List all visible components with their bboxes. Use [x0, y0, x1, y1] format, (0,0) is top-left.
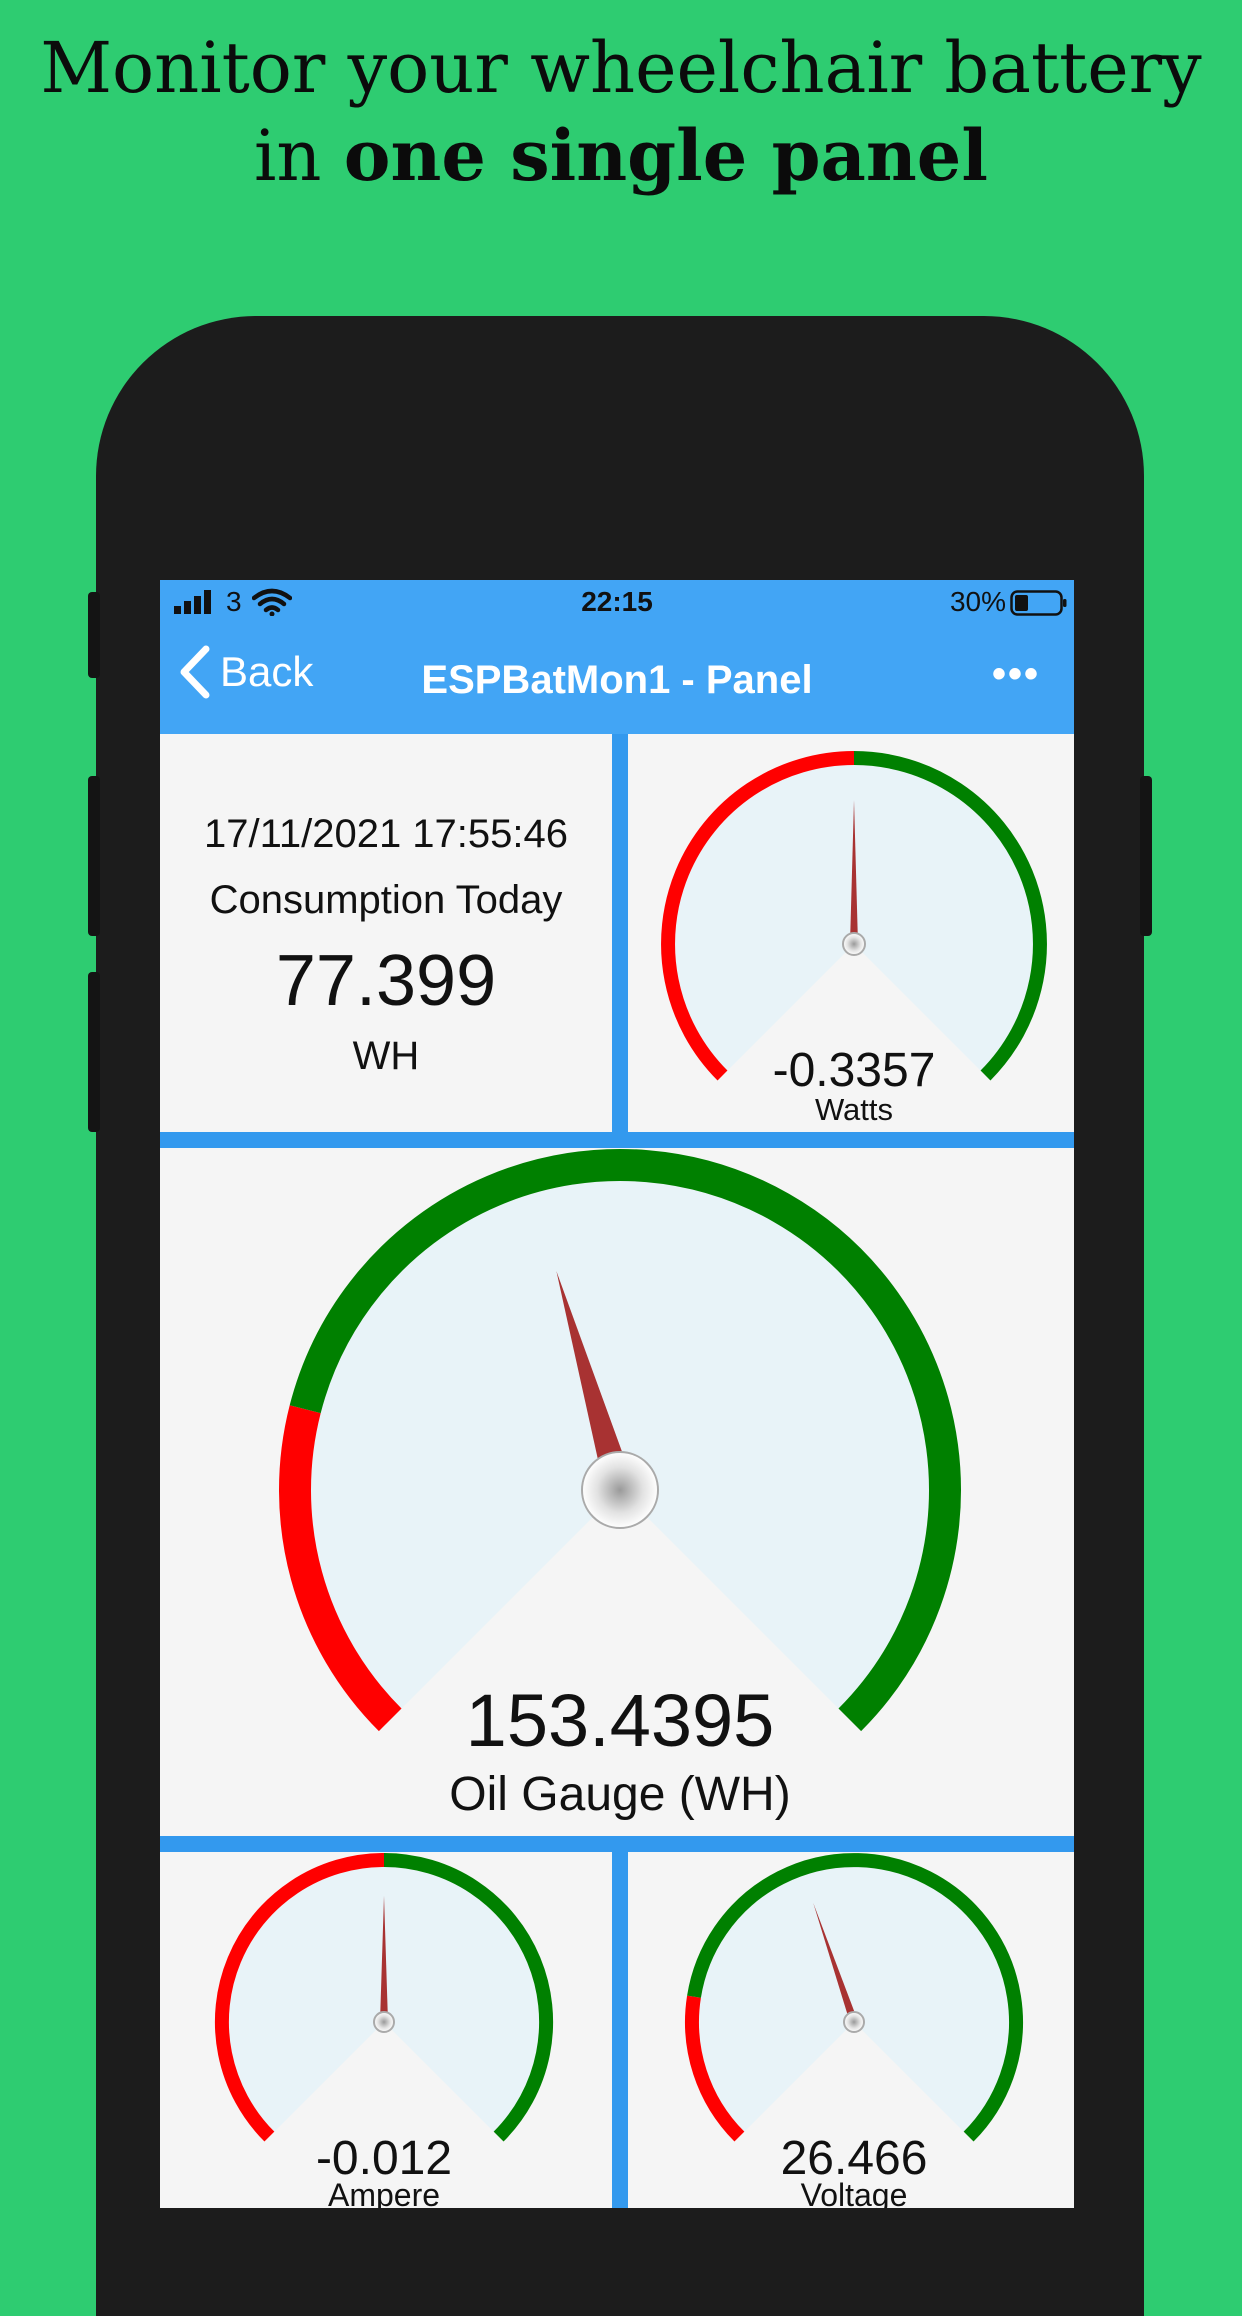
consumption-unit: WH [352, 1034, 420, 1078]
oil-gauge-hub [581, 1451, 659, 1529]
app-screen: 3 22:15 30% Back ESPBatMon1 - Panel ••• … [160, 580, 1074, 2208]
phone-mute-switch [88, 592, 100, 678]
voltage-gauge-hub [843, 2011, 865, 2033]
consumption-datetime: 17/11/2021 17:55:46 [203, 812, 569, 856]
headline-line2-bold: one single panel [343, 114, 988, 197]
oil-gauge-tile: 153.4395 Oil Gauge (WH) [160, 1148, 1074, 1836]
watts-gauge-label: Watts [815, 1092, 893, 1127]
watts-gauge-hub [842, 932, 866, 956]
ampere-gauge: -0.012 Ampere [214, 1853, 554, 2208]
page-title: ESPBatMon1 - Panel [421, 658, 813, 702]
battery-percent: 30% [949, 586, 1006, 617]
more-button[interactable]: ••• [992, 652, 1040, 697]
phone-volume-down [88, 972, 100, 1132]
headline-line2: in one single panel [0, 112, 1242, 200]
status-bar: 3 22:15 30% [160, 580, 1074, 622]
consumption-value: 77.399 [275, 941, 497, 1021]
phone-volume-up [88, 776, 100, 936]
status-time: 22:15 [581, 586, 653, 617]
watts-gauge: -0.3357 Watts [661, 751, 1047, 1127]
phone-screen: 3 22:15 30% Back ESPBatMon1 - Panel ••• … [160, 580, 1074, 2208]
consumption-tile: 17/11/2021 17:55:46 Consumption Today 77… [160, 734, 612, 1132]
headline-line1: Monitor your wheelchair battery [40, 27, 1202, 109]
consumption-label: Consumption Today [209, 878, 563, 922]
oil-gauge-label: Oil Gauge (WH) [449, 1768, 790, 1821]
oil-gauge-value: 153.4395 [466, 1679, 775, 1762]
watts-gauge-tile: -0.3357 Watts [628, 734, 1074, 1132]
oil-gauge: 153.4395 Oil Gauge (WH) [279, 1149, 961, 1821]
headline-line2-prefix: in [254, 115, 344, 197]
ampere-gauge-hub [373, 2011, 395, 2033]
ampere-gauge-tile: -0.012 Ampere [160, 1852, 612, 2208]
voltage-gauge-tile: 26.466 Voltage [628, 1852, 1074, 2208]
phone-power-button [1140, 776, 1152, 936]
battery-icon [1010, 590, 1067, 616]
watts-gauge-value: -0.3357 [773, 1044, 936, 1097]
voltage-gauge: 26.466 Voltage [685, 1853, 1023, 2208]
headline: Monitor your wheelchair battery in one s… [0, 24, 1242, 200]
voltage-gauge-label: Voltage [801, 2177, 908, 2208]
nav-bar: Back ESPBatMon1 - Panel ••• [160, 622, 1074, 734]
ampere-gauge-label: Ampere [328, 2177, 440, 2208]
